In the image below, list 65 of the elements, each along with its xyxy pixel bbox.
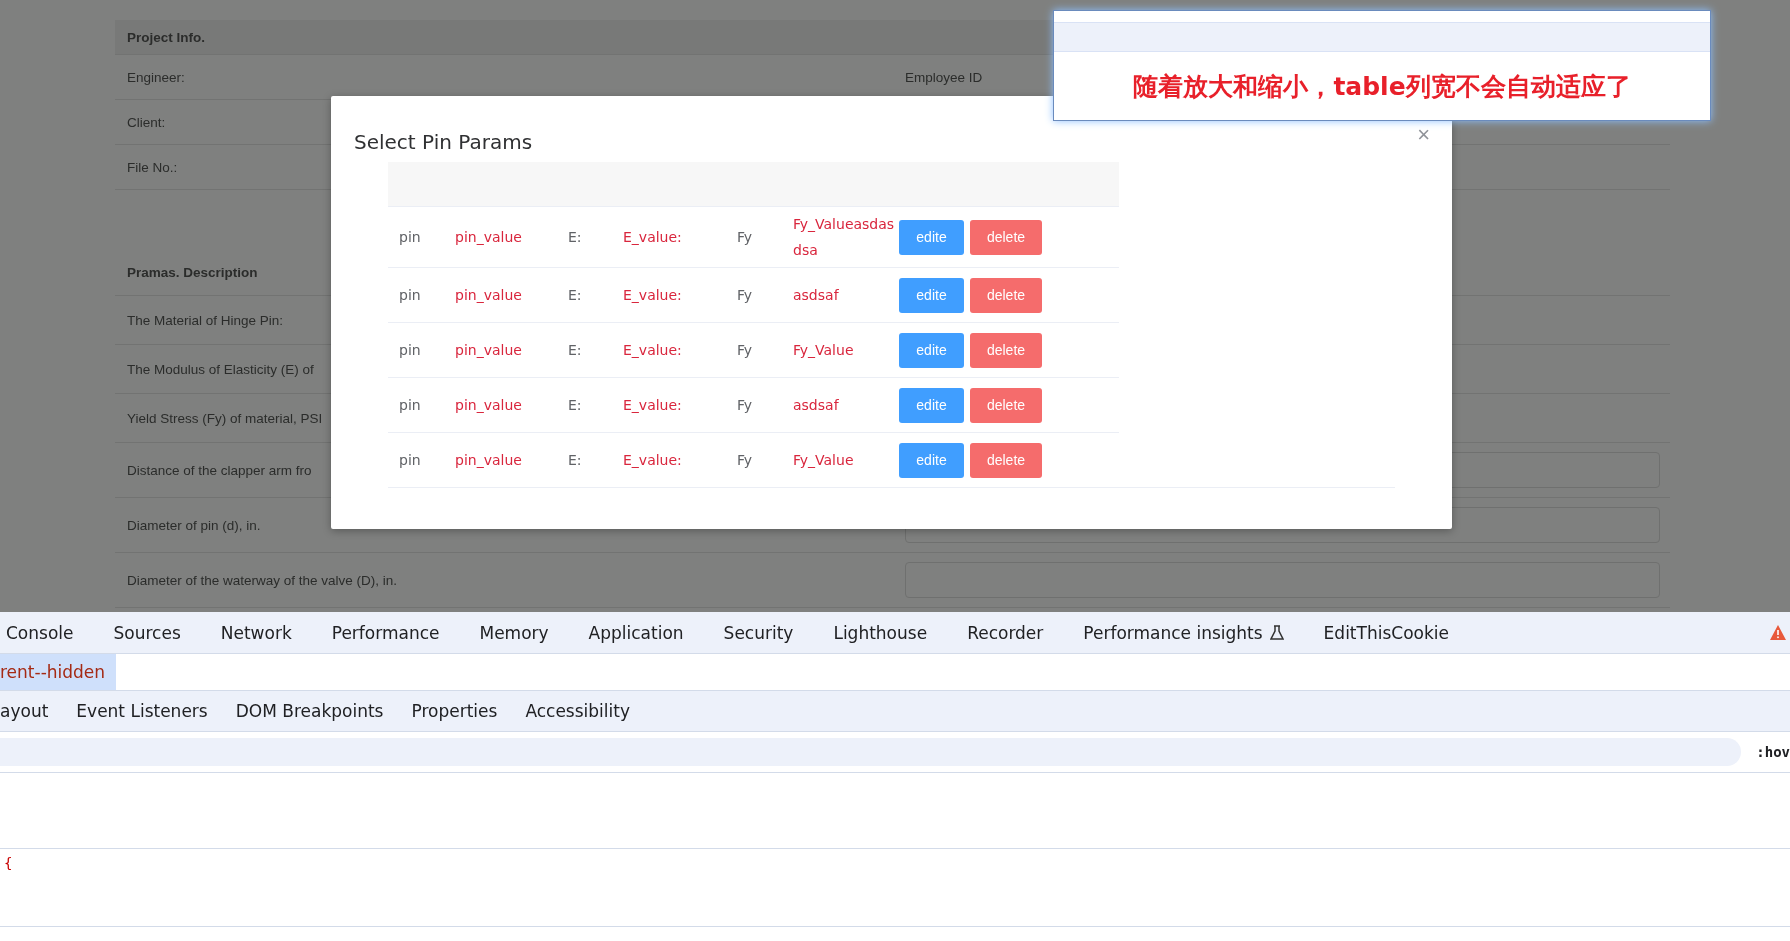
style-rule-text: { [4, 855, 13, 871]
warning-icon[interactable] [1770, 625, 1786, 640]
devtools-tab[interactable]: Recorder [967, 622, 1044, 643]
field-label: Distance of the clapper arm fro [127, 462, 312, 478]
table-cell-text: Fy [737, 287, 754, 303]
table-cell-text: pin_value [455, 397, 523, 413]
flask-icon [1269, 624, 1284, 641]
devtools-tab[interactable]: Security [723, 622, 794, 643]
field-label: Diameter of the waterway of the valve (D), in. [127, 572, 398, 588]
table-cell-text: pin [399, 229, 422, 245]
field-label: Employee ID [905, 69, 983, 85]
table-cell-text: E: [568, 229, 583, 245]
table-cell-text: pin [399, 287, 422, 303]
table-cell-text: E_value: [623, 287, 683, 303]
table-cell-text: pin_value [455, 342, 523, 358]
table-cell-text: E: [568, 452, 583, 468]
table-cell-text: Fy [737, 397, 754, 413]
table-cell-text: pin [399, 452, 422, 468]
devtools-tab[interactable]: Performance insights [1083, 622, 1284, 643]
section-title: Pramas. Description [127, 265, 258, 280]
devtools-tab[interactable]: Sources [113, 622, 181, 643]
field-label: Yield Stress (Fy) of material, PSI [127, 410, 323, 426]
devtools-tab[interactable]: EditThisCookie [1323, 622, 1449, 643]
panel-tab[interactable]: Properties [411, 701, 498, 721]
panel-tab[interactable]: ayout [0, 701, 49, 721]
devtools-tab[interactable]: Console [6, 622, 74, 643]
devtools-tab[interactable]: Lighthouse [833, 622, 928, 643]
devtools-tab[interactable]: Network [220, 622, 292, 643]
table-cell-text: Fy [737, 229, 754, 245]
table-cell-text: E_value: [623, 452, 683, 468]
table-cell-text: E_value: [623, 397, 683, 413]
field-label: File No.: [127, 159, 178, 175]
table-cell-text: Fy_Valueasdasdsa [793, 215, 896, 260]
devtools-tab[interactable]: Performance [331, 622, 440, 643]
table-cell-text: pin [399, 397, 422, 413]
table-cell-text: Fy [737, 342, 754, 358]
hover-toggle[interactable]: :hov [1756, 744, 1790, 760]
table-cell-text: asdsaf [793, 286, 840, 305]
panel-tab[interactable]: Event Listeners [76, 701, 208, 721]
table-cell-text: asdsaf [793, 396, 840, 415]
table-cell-text: E_value: [623, 229, 683, 245]
table-cell-text: Fy_Value [793, 341, 855, 360]
table-cell-text: pin_value [455, 287, 523, 303]
table-cell-text: Fy [737, 452, 754, 468]
table-cell-text: E: [568, 342, 583, 358]
field-label: Diameter of pin (d), in. [127, 517, 261, 533]
field-label: Engineer: [127, 69, 185, 85]
table-cell-text: pin_value [455, 452, 523, 468]
table-cell-text: E_value: [623, 342, 683, 358]
modal-title: Select Pin Params [354, 130, 533, 156]
field-label: The Modulus of Elasticity (E) of [127, 361, 314, 377]
devtools-tab[interactable]: Memory [479, 622, 549, 643]
table-cell-text: Fy_Value [793, 451, 855, 470]
panel-tab[interactable]: Accessibility [525, 701, 630, 721]
table-cell-text: E: [568, 287, 583, 303]
field-label: The Material of Hinge Pin: [127, 312, 284, 328]
table-cell-text: E: [568, 397, 583, 413]
annotation-text: 随着放大和缩小，table列宽不会自动适应了 [1132, 71, 1632, 103]
section-title: Project Info. [127, 29, 205, 45]
breadcrumb-item[interactable]: rent--hidden [0, 654, 117, 690]
panel-tab[interactable]: DOM Breakpoints [235, 701, 384, 721]
devtools-tab[interactable]: Application [588, 622, 684, 643]
field-label: Client: [127, 114, 166, 130]
table-cell-text: pin [399, 342, 422, 358]
table-cell-text: pin_value [455, 229, 523, 245]
